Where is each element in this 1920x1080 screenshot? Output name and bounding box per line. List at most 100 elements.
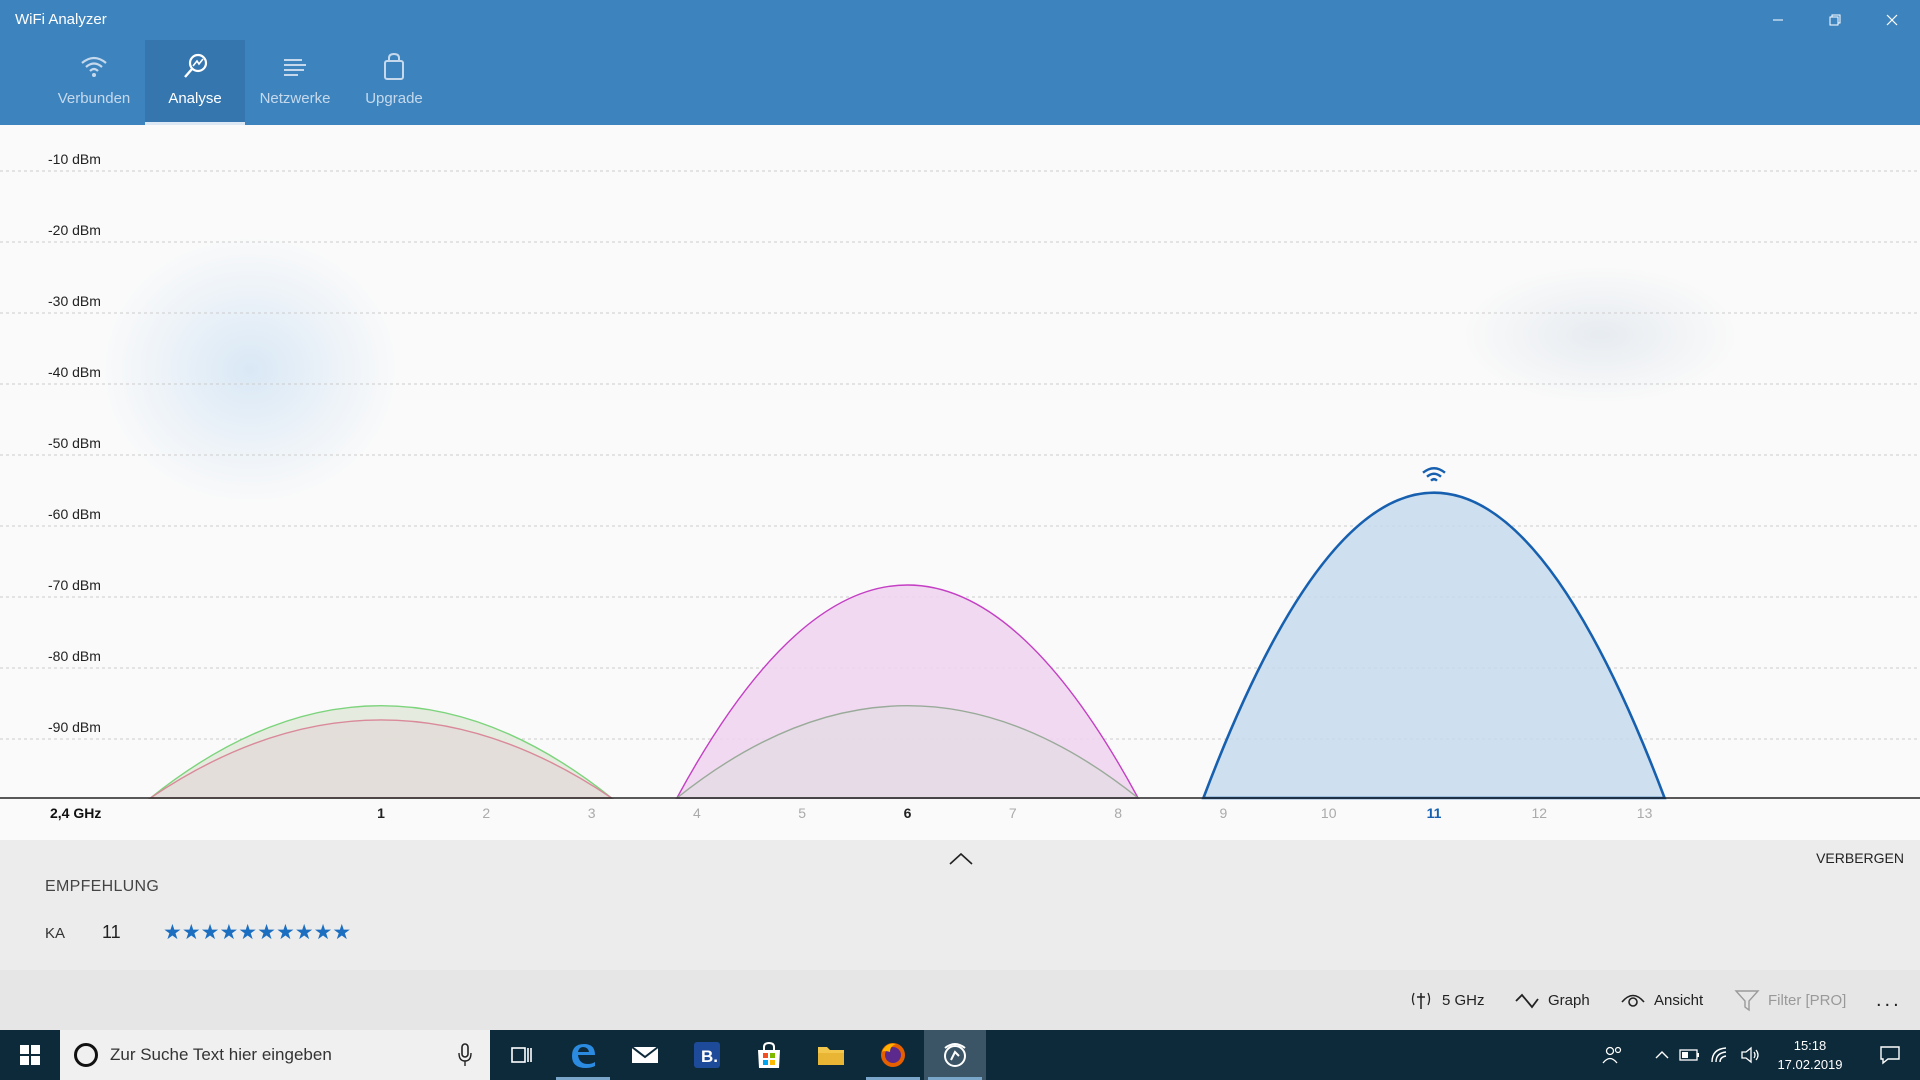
notification-icon [1880, 1046, 1900, 1065]
y-tick-label: -50 dBm [48, 435, 101, 451]
wifi-arc [1430, 478, 1438, 482]
tab-upgrade[interactable]: Upgrade [344, 40, 444, 125]
taskbar-search-input[interactable]: Zur Suche Text hier eingeben [60, 1030, 490, 1080]
signal-chart-svg: -10 dBm -20 dBm -30 dBm -40 dBm -50 dBm -60 d… [0, 151, 1920, 821]
filter-icon [1734, 990, 1760, 1012]
tab-networks[interactable]: Netzwerke [245, 40, 345, 125]
windows-logo-icon [20, 1045, 40, 1065]
taskbar-file-explorer[interactable] [800, 1030, 862, 1080]
more-options-button[interactable]: ... [1876, 970, 1902, 1030]
microphone-icon[interactable] [456, 1042, 474, 1068]
connected-wifi-icon [1422, 467, 1446, 482]
y-tick-label: -60 dBm [48, 506, 101, 522]
minimize-icon [1772, 19, 1783, 21]
svg-text:B.: B. [701, 1047, 718, 1066]
graph-label: Graph [1548, 991, 1590, 1009]
taskbar-mail[interactable] [614, 1030, 676, 1080]
list-icon [284, 59, 306, 76]
edge-icon [572, 1044, 595, 1068]
minimize-button[interactable] [1749, 0, 1806, 40]
search-placeholder: Zur Suche Text hier eingeben [110, 1045, 332, 1064]
x-tick-label: 9 [1220, 805, 1228, 821]
battery-icon [1679, 1049, 1699, 1061]
booking-icon: B. [694, 1042, 720, 1068]
network-curve-ch11 [1201, 491, 1667, 800]
network-curve-ch1 [148, 719, 614, 799]
restore-button[interactable] [1806, 0, 1863, 40]
tab-connected-label: Verbunden [57, 90, 131, 107]
x-tick-label: 12 [1532, 805, 1548, 821]
taskbar-booking[interactable]: B. [676, 1030, 738, 1080]
recommended-channel-value: 11 [102, 922, 121, 942]
background-glow [100, 235, 400, 505]
people-button[interactable] [1596, 1030, 1630, 1080]
clock-date: 17.02.2019 [1777, 1057, 1843, 1072]
band-label: 2,4 GHz [50, 805, 101, 821]
tab-analysis-label: Analyse [168, 90, 222, 107]
start-button[interactable] [0, 1030, 60, 1080]
x-tick-label: 2 [482, 805, 490, 821]
command-bar: 5 GHz Graph Ansicht Filter [PRO] ... [0, 970, 1920, 1030]
tray-expand-button[interactable] [1650, 1030, 1674, 1080]
wifi-analyzer-app-icon [944, 1043, 966, 1067]
app-title: WiFi Analyzer [15, 11, 107, 28]
battery-button[interactable] [1676, 1030, 1704, 1080]
wifi-icon [1711, 1047, 1727, 1063]
y-tick-label: -30 dBm [48, 293, 101, 309]
x-tick-label: 4 [693, 805, 701, 821]
mail-icon [631, 1046, 659, 1063]
tab-networks-label: Netzwerke [259, 90, 331, 107]
wifi-arc [1422, 467, 1446, 474]
analysis-icon [184, 53, 208, 78]
x-tick-label: 1 [377, 805, 385, 821]
taskbar-edge[interactable] [552, 1030, 614, 1080]
y-tick-label: -70 dBm [48, 577, 101, 593]
x-tick-label: 5 [798, 805, 806, 821]
band-toggle-button[interactable]: 5 GHz [1408, 970, 1485, 1030]
action-center-button[interactable] [1860, 1030, 1920, 1080]
x-tick-label: 7 [1009, 805, 1017, 821]
close-button[interactable] [1863, 0, 1920, 40]
clock[interactable]: 15:18 17.02.2019 [1770, 1036, 1850, 1074]
task-view-button[interactable] [490, 1030, 552, 1080]
taskbar-firefox[interactable] [862, 1030, 924, 1080]
firefox-icon [881, 1043, 905, 1067]
network-button[interactable] [1706, 1030, 1734, 1080]
people-icon [1602, 1046, 1622, 1064]
y-tick-label: -90 dBm [48, 719, 101, 735]
view-button[interactable]: Ansicht [1620, 970, 1703, 1030]
view-label: Ansicht [1654, 991, 1704, 1009]
y-tick-label: -20 dBm [48, 222, 101, 238]
recommendation-panel: VERBERGEN EMPFEHLUNG KA 11 ★★★★★★★★★★ [0, 840, 1920, 970]
rating-stars: ★★★★★★★★★★ [163, 921, 352, 944]
task-view-icon [511, 1047, 532, 1063]
x-tick-label: 11 [1427, 805, 1442, 821]
chevron-up-icon [949, 852, 973, 865]
x-tick-label: 6 [904, 805, 912, 821]
collapse-button[interactable] [944, 848, 978, 870]
taskbar-wifi-analyzer[interactable] [924, 1030, 986, 1080]
shopping-bag-icon [384, 52, 404, 80]
wifi-icon [81, 56, 107, 77]
hide-button[interactable]: VERBERGEN [1816, 850, 1904, 866]
clock-time: 15:18 [1793, 1038, 1827, 1053]
tab-connected[interactable]: Verbunden [44, 40, 144, 125]
graph-button[interactable]: Graph [1514, 970, 1590, 1030]
x-tick-label: 8 [1114, 805, 1122, 821]
antenna-icon [1411, 992, 1431, 1009]
band-label: 5 GHz [1442, 991, 1485, 1009]
speaker-icon [1741, 1046, 1759, 1064]
recommended-channel-label: KA [45, 925, 66, 942]
chevron-up-icon [1655, 1051, 1669, 1059]
y-tick-label: -40 dBm [48, 364, 101, 380]
y-tick-label: -10 dBm [48, 151, 101, 167]
folder-icon [818, 1047, 844, 1065]
recommendation-title: EMPFEHLUNG [45, 878, 160, 895]
close-icon [1886, 14, 1897, 26]
filter-button[interactable]: Filter [PRO] [1734, 970, 1846, 1030]
taskbar-store[interactable] [738, 1030, 800, 1080]
signal-chart: -10 dBm -20 dBm -30 dBm -40 dBm -50 dBm -60 d… [0, 125, 1920, 840]
tab-analysis[interactable]: Analyse [145, 40, 245, 125]
x-tick-label: 13 [1637, 805, 1653, 821]
volume-button[interactable] [1736, 1030, 1764, 1080]
